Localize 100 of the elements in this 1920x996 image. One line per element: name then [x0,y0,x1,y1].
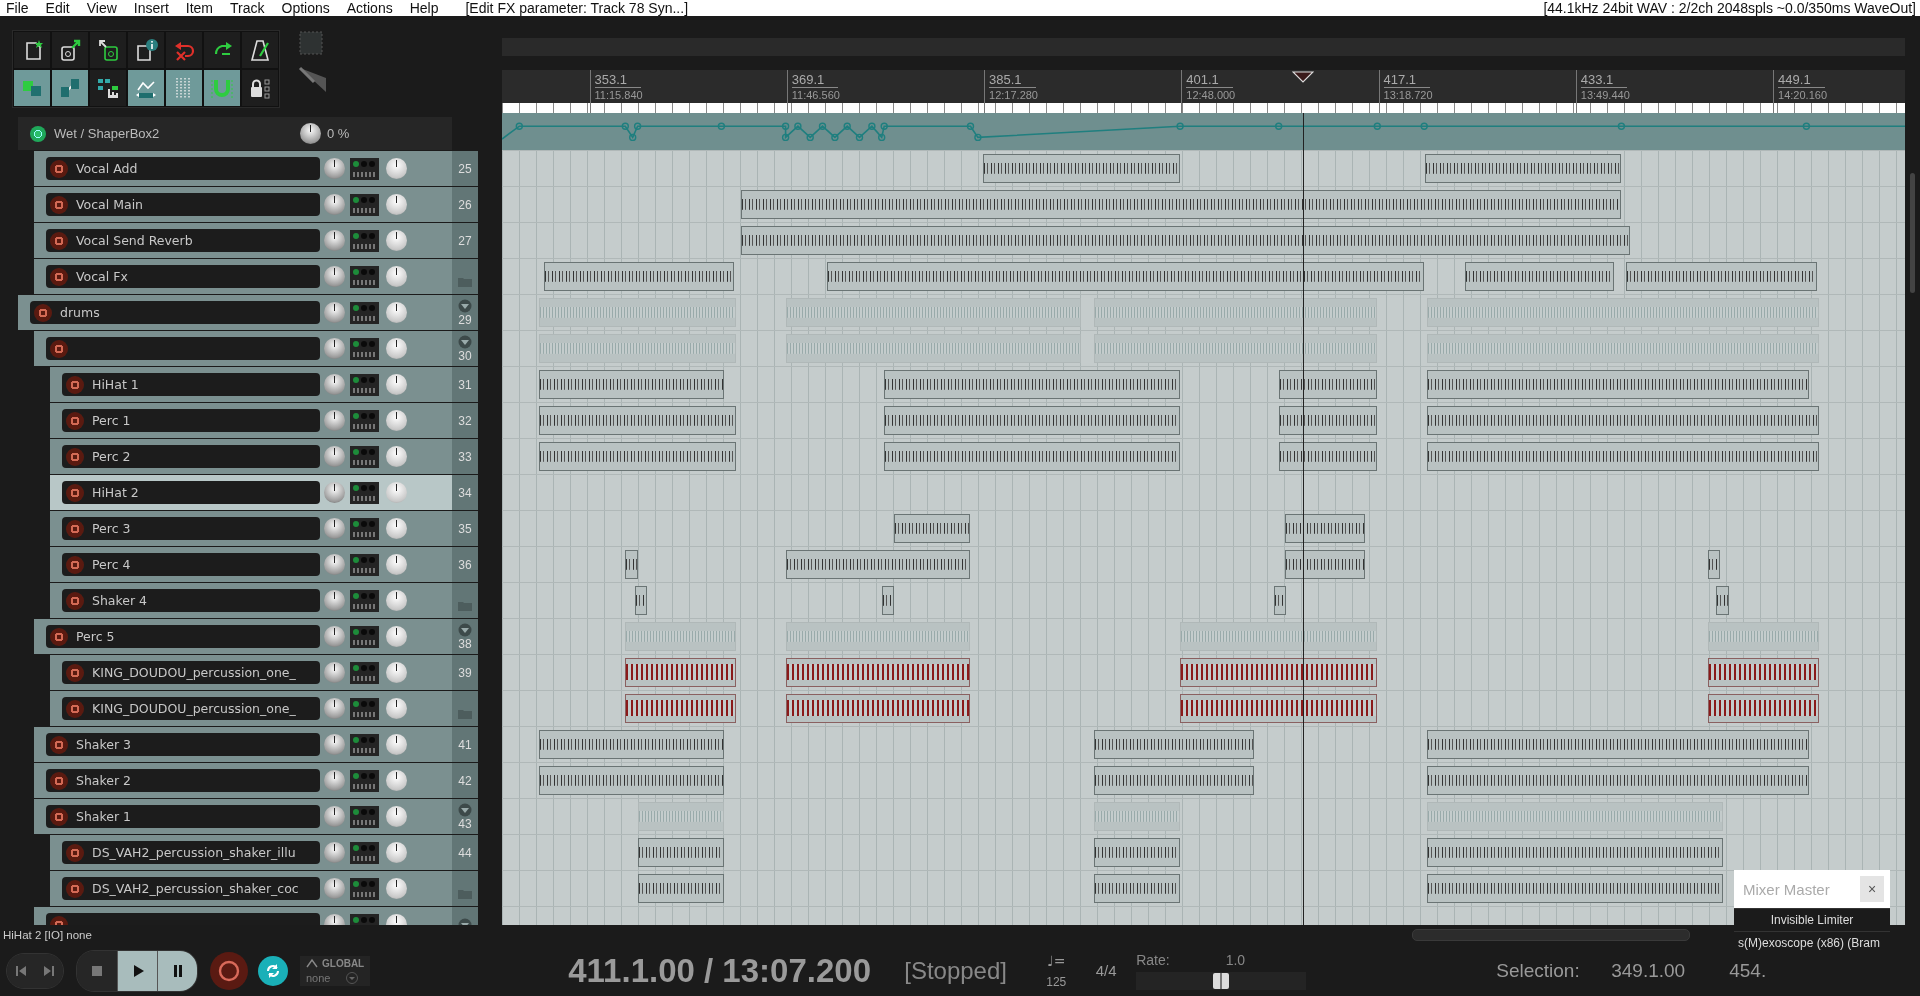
volume-knob[interactable] [300,123,321,144]
play-button[interactable] [117,950,157,991]
track-name-field[interactable]: Shaker 4 [62,589,320,612]
menu-item[interactable]: File [6,0,29,16]
record-arm-button[interactable] [34,303,52,322]
record-arm-button[interactable] [50,159,68,178]
record-arm-button[interactable] [50,627,68,646]
media-item[interactable] [1426,874,1723,903]
track-header[interactable]: drums [18,295,452,330]
media-item[interactable] [884,442,1181,471]
menu-item[interactable]: Edit [45,0,70,16]
media-item[interactable] [1093,838,1181,867]
track-name-field[interactable]: KING_DOUDOU_percussion_one_ [62,697,320,720]
track-header[interactable]: Vocal Send Reverb [34,223,452,258]
record-arm-button[interactable] [50,339,68,358]
media-item[interactable] [539,730,724,759]
route-button[interactable] [350,589,379,612]
track-name-field[interactable]: Shaker 1 [46,805,320,828]
route-button[interactable] [350,805,379,828]
route-button[interactable] [350,697,379,720]
route-button[interactable] [350,157,379,180]
media-item[interactable] [539,406,737,435]
record-arm-button[interactable] [50,195,68,214]
track-name-field[interactable]: KING_DOUDOU_percussion_one_ [62,661,320,684]
tempo-value[interactable]: 125 [1046,974,1067,989]
track-name-field[interactable]: DS_VAH2_percussion_shaker_coc [62,877,320,900]
track-header[interactable]: Perc 2 [50,439,452,474]
route-button[interactable] [350,517,379,540]
track-name-field[interactable]: Perc 3 [62,517,320,540]
track-header[interactable]: Shaker 2 [34,763,452,798]
record-button[interactable] [210,951,248,990]
route-button[interactable] [350,445,379,468]
media-item[interactable] [1426,442,1819,471]
record-arm-button[interactable] [66,663,84,682]
route-button[interactable] [350,769,379,792]
envelope-lane-header[interactable]: Wet / ShaperBox2 0 % [18,117,452,150]
timeline-ruler[interactable]: 353.1 11:15.840 369.1 11:46.560 385.1 12:17.280 401.1 12:48.000 417.1 13:18.720 433.1 13:49.440 449.1 14:20.160 [502,70,1905,113]
media-item[interactable] [1180,658,1378,687]
close-button[interactable]: × [1860,876,1884,902]
media-item[interactable] [1716,586,1729,615]
media-item[interactable] [785,658,971,687]
record-arm-button[interactable] [50,735,68,754]
media-item[interactable] [539,766,724,795]
record-arm-button[interactable] [66,375,84,394]
route-button[interactable] [350,409,379,432]
record-arm-button[interactable] [66,555,84,574]
arrange-view[interactable] [502,113,1905,925]
media-item[interactable] [1273,586,1287,615]
route-button[interactable] [350,481,379,504]
media-item[interactable] [982,154,1181,183]
track-name-field[interactable]: HiHat 2 [62,481,320,504]
track-name-field[interactable]: Vocal Send Reverb [46,229,320,252]
automation-mode[interactable]: none [306,971,331,984]
track-header[interactable]: Vocal Main [34,187,452,222]
record-arm-button[interactable] [50,771,68,790]
new-file-button[interactable] [14,32,50,68]
slider-thumb[interactable] [1213,972,1230,989]
track-header[interactable]: Vocal Add [34,151,452,186]
record-arm-button[interactable] [50,231,68,250]
media-item[interactable] [884,370,1181,399]
menu-item[interactable]: Insert [133,0,169,16]
media-item[interactable] [1180,694,1378,723]
media-item[interactable] [625,550,638,579]
media-item[interactable] [741,226,1631,255]
track-name-field[interactable]: DS_VAH2_percussion_shaker_illu [62,841,320,864]
media-item[interactable] [1707,658,1819,687]
track-name-field[interactable]: Perc 1 [62,409,320,432]
menu-item[interactable]: Help [409,0,439,16]
media-item[interactable] [1278,370,1378,399]
track-name-field[interactable]: drums [30,301,320,324]
grid-hand-button[interactable] [90,70,126,106]
media-item[interactable] [1464,262,1615,291]
media-item[interactable] [1093,730,1255,759]
media-item[interactable] [1278,442,1378,471]
media-item[interactable] [1707,550,1721,579]
menu-item[interactable]: Options [281,0,330,16]
redo-squiggle-button[interactable] [204,32,240,68]
route-button[interactable] [350,733,379,756]
route-button[interactable] [350,373,379,396]
media-item[interactable] [1426,370,1809,399]
track-header[interactable]: Shaker 3 [34,727,452,762]
media-item[interactable] [539,370,724,399]
route-button[interactable] [350,337,379,360]
record-arm-button[interactable] [50,807,68,826]
media-item[interactable] [1426,730,1809,759]
media-item[interactable] [625,658,737,687]
media-item[interactable] [881,586,895,615]
track-name-field[interactable]: HiHat 1 [62,373,320,396]
record-arm-button[interactable] [66,699,84,718]
media-item[interactable] [1707,694,1819,723]
media-item[interactable] [1093,874,1181,903]
track-name-field[interactable]: Shaker 2 [46,769,320,792]
route-button[interactable] [350,193,379,216]
metronome-button[interactable] [242,32,278,68]
track-header[interactable]: Shaker 4 [50,583,452,618]
track-name-field[interactable]: Perc 5 [46,625,320,648]
media-item[interactable] [625,694,737,723]
track-header[interactable]: HiHat 1 [50,367,452,402]
pause-button[interactable] [157,950,197,991]
route-button[interactable] [350,229,379,252]
